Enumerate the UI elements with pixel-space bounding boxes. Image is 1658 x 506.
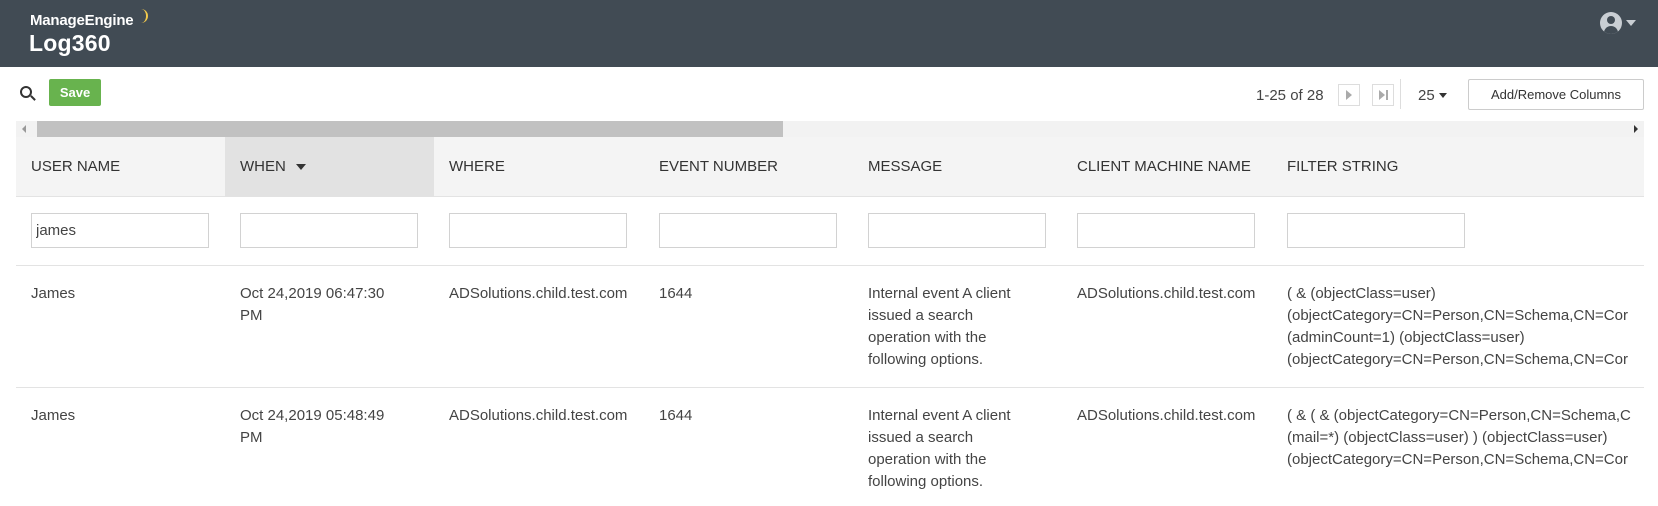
cell-where: ADSolutions.child.test.com	[449, 407, 628, 424]
scroll-right-icon[interactable]	[1634, 125, 1638, 133]
column-header-label: CLIENT MACHINE NAME	[1077, 158, 1251, 175]
column-header-label: EVENT NUMBER	[659, 158, 778, 175]
column-header-label: FILTER STRING	[1287, 158, 1399, 175]
filter-string-line: (objectCategory=CN=Person,CN=Schema,CN=C…	[1287, 351, 1628, 368]
last-page-icon	[1378, 90, 1388, 100]
page-size-value: 25	[1418, 87, 1435, 104]
filter-message-input[interactable]	[868, 213, 1046, 248]
search-icon[interactable]	[20, 86, 38, 104]
column-header-user-name[interactable]: USER NAME	[16, 137, 225, 197]
last-page-button[interactable]	[1372, 84, 1394, 106]
chevron-down-icon	[1438, 93, 1447, 98]
column-header-where[interactable]: WHERE	[434, 137, 643, 197]
cell-message: Internal event A client issued a search …	[868, 407, 1011, 490]
add-remove-columns-button[interactable]: Add/Remove Columns	[1468, 79, 1644, 110]
column-header-message[interactable]: MESSAGE	[853, 137, 1062, 197]
filter-when-input[interactable]	[240, 213, 418, 248]
column-header-when[interactable]: WHEN	[225, 137, 434, 197]
column-header-label: MESSAGE	[868, 158, 943, 175]
column-header-label: WHERE	[449, 158, 505, 175]
cell-where: ADSolutions.child.test.com	[449, 285, 628, 302]
scroll-left-icon[interactable]	[22, 125, 26, 133]
column-header-label: WHEN	[240, 158, 286, 175]
cell-filter-string: ( & ( & (objectCategory=CN=Person,CN=Sch…	[1272, 405, 1644, 471]
filter-user-name-input[interactable]	[31, 213, 209, 248]
report-toolbar: Save 1-25 of 28 25 Add/Remove Columns	[0, 67, 1658, 122]
filter-where-input[interactable]	[449, 213, 627, 248]
filter-string-line: (objectCategory=CN=Person,CN=Schema,CN=C…	[1287, 307, 1628, 324]
filter-string-line: ( & ( & (objectCategory=CN=Person,CN=Sch…	[1287, 407, 1631, 424]
column-header-event-number[interactable]: EVENT NUMBER	[644, 137, 853, 197]
filter-client-machine-name-input[interactable]	[1077, 213, 1255, 248]
pager-divider	[1400, 79, 1401, 109]
filter-string-line: (objectCategory=CN=Person,CN=Schema,CN=C…	[1287, 451, 1628, 468]
report-table: USER NAME WHEN WHERE EVENT NUMBER MESSAG…	[16, 137, 1644, 506]
cell-user-name: James	[31, 407, 76, 424]
search-handle	[30, 95, 36, 101]
cell-filter-string: ( & (objectClass=user) (objectCategory=C…	[1272, 283, 1644, 371]
last-page-arrow	[1378, 90, 1385, 100]
page-size-select[interactable]: 25	[1418, 87, 1447, 104]
cell-when: Oct 24,2019 05:48:49 PM	[240, 407, 385, 446]
next-page-icon	[1346, 90, 1352, 100]
cell-event-number: 1644	[659, 285, 693, 302]
cell-client-machine-name: ADSolutions.child.test.com	[1077, 407, 1256, 424]
next-page-button[interactable]	[1338, 84, 1360, 106]
chevron-down-icon[interactable]	[1626, 20, 1636, 26]
cell-event-number: 1644	[659, 407, 693, 424]
last-page-bar	[1385, 90, 1388, 100]
table-header-row: USER NAME WHEN WHERE EVENT NUMBER MESSAG…	[16, 137, 1644, 197]
column-header-label: USER NAME	[31, 158, 121, 175]
user-avatar-icon[interactable]	[1600, 12, 1622, 34]
column-filter-row	[16, 197, 1644, 266]
user-menu[interactable]	[1600, 10, 1646, 36]
filter-filter-string-input[interactable]	[1287, 213, 1465, 248]
filter-string-line: (mail=*) (objectClass=user) ) (objectCla…	[1287, 429, 1608, 446]
filter-string-line: ( & (objectClass=user)	[1287, 285, 1436, 302]
column-header-filter-string[interactable]: FILTER STRING	[1272, 137, 1644, 197]
app-header: ManageEngine Log360	[0, 0, 1658, 67]
column-header-client-machine-name[interactable]: CLIENT MACHINE NAME	[1062, 137, 1272, 197]
vendor-logo-arc-icon	[136, 9, 148, 23]
table-row[interactable]: James Oct 24,2019 05:48:49 PM ADSolution…	[16, 388, 1644, 506]
filter-event-number-input[interactable]	[659, 213, 837, 248]
cell-when: Oct 24,2019 06:47:30 PM	[240, 285, 385, 324]
cell-user-name: James	[31, 285, 76, 302]
product-name[interactable]: Log360	[29, 30, 111, 57]
sort-descending-icon	[295, 164, 306, 171]
cell-message: Internal event A client issued a search …	[868, 285, 1011, 368]
cell-client-machine-name: ADSolutions.child.test.com	[1077, 285, 1256, 302]
table-row[interactable]: James Oct 24,2019 06:47:30 PM ADSolution…	[16, 266, 1644, 388]
scrollbar-thumb[interactable]	[37, 121, 783, 137]
filter-string-line: (adminCount=1) (objectClass=user)	[1287, 329, 1525, 346]
save-button[interactable]: Save	[49, 79, 101, 106]
vendor-logo-text: ManageEngine	[30, 12, 134, 29]
horizontal-scrollbar[interactable]	[16, 121, 1644, 137]
pagination-range: 1-25 of 28	[1256, 87, 1324, 104]
